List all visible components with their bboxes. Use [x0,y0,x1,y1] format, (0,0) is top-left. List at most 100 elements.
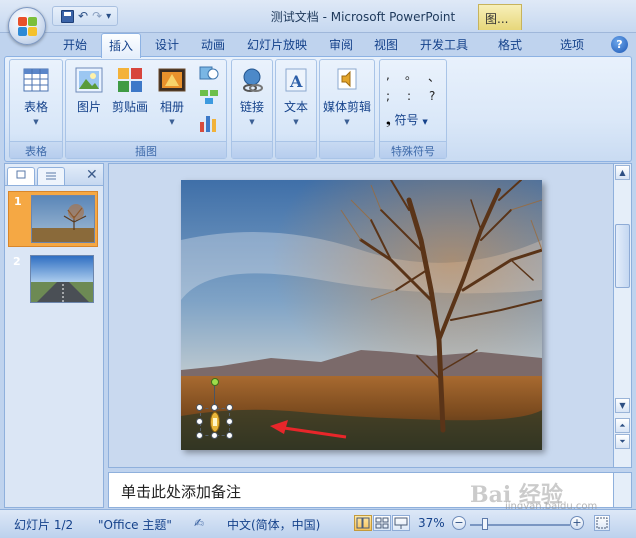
dropdown-arrow-icon: ▼ [33,118,39,126]
symbol-enumeration-comma[interactable]: 、 [428,68,440,85]
symbol-button[interactable]: ❟ 符号 ▼ [386,111,428,128]
tab-outline[interactable] [37,167,65,185]
zoom-out-icon[interactable]: − [452,516,466,530]
photo-album-icon [158,68,186,92]
scrollbar-thumb[interactable] [615,224,630,288]
media-clip-button-label: 媒体剪辑 [323,100,372,114]
svg-text:A: A [289,72,303,91]
zoom-level[interactable]: 37% [418,516,445,530]
resize-handle[interactable] [226,432,233,439]
tab-format[interactable]: 格式 [498,36,522,53]
office-logo-icon [18,17,38,37]
next-slide-icon[interactable]: ⏷ [615,434,630,449]
symbol-button-label: 符号 [394,113,419,127]
resize-handle[interactable] [196,418,203,425]
notes-placeholder: 单击此处添加备注 [121,483,242,501]
fit-to-window-button[interactable] [594,515,610,531]
slides-pane: ✕ 1 2 [4,163,104,508]
resize-handle[interactable] [211,432,218,439]
text-button-label: 文本 [283,100,308,114]
resize-handle[interactable] [226,404,233,411]
slide-sorter-view-button[interactable] [373,515,391,531]
slide-1-preview [31,195,95,243]
picture-button[interactable]: 图片 [72,66,106,115]
photo-album-button[interactable]: 相册 ▼ [154,66,190,126]
scroll-down-icon[interactable]: ▼ [615,398,630,413]
resize-handle[interactable] [196,404,203,411]
link-icon [243,68,263,92]
group-media: 媒体剪辑 ▼ [319,59,375,159]
tab-developer[interactable]: 开发工具 [420,36,468,53]
picture-tools-context-tab[interactable]: 图... [478,4,522,30]
help-icon[interactable]: ? [611,36,628,53]
tab-view[interactable]: 视图 [374,36,398,53]
media-clip-button[interactable]: 媒体剪辑 ▼ [323,66,371,126]
dropdown-arrow-icon: ▼ [422,118,428,126]
group-table: 表格 ▼ 表格 [9,59,63,159]
tab-slides[interactable] [7,167,35,185]
clipart-button[interactable]: 剪贴画 [110,66,150,115]
dropdown-arrow-icon: ▼ [344,118,350,126]
slide-thumbnail-1[interactable]: 1 [8,191,98,247]
symbol-semicolon[interactable]: ; [386,89,390,103]
slide-landscape-photo [181,180,542,450]
tab-insert[interactable]: 插入 [101,33,142,58]
clipart-button-label: 剪贴画 [111,100,148,114]
clipart-icon [118,68,142,92]
current-slide[interactable] [181,180,542,450]
scroll-up-icon[interactable]: ▲ [615,165,630,180]
symbol-question-mark[interactable]: ? [429,89,435,103]
slide-thumbnail-2[interactable]: 2 [8,252,98,308]
slide-counter: 幻灯片 1/2 [14,518,74,532]
table-button-label: 表格 [23,100,48,114]
outline-tab-icon [46,172,56,180]
slides-pane-tabs: ✕ [5,164,103,186]
tab-options[interactable]: 选项 [560,36,584,53]
dropdown-arrow-icon: ▼ [293,118,299,126]
window-title: 测试文档 - Microsoft PowerPoint [270,10,456,24]
group-special-symbols: , 。 、 ; : ? ❟ 符号 ▼ 特殊符号 [379,59,447,159]
theme-name[interactable]: "Office 主题" [98,516,172,533]
rotation-handle[interactable] [211,378,219,386]
slideshow-view-button[interactable] [392,515,410,531]
tab-slideshow[interactable]: 幻灯片放映 [247,36,307,53]
vertical-scrollbar[interactable]: ▲ ▼ ⏶ ⏷ [613,163,632,468]
zoom-slider-thumb[interactable] [482,518,488,530]
symbol-comma[interactable]: , [386,68,390,82]
shapes-smartart-chart-buttons[interactable] [196,64,222,139]
spell-check-icon[interactable]: ✍ [194,516,204,530]
normal-view-button[interactable] [354,515,372,531]
shapes-smartart-chart-icons [199,66,219,132]
symbol-colon[interactable]: : [407,89,411,103]
text-icon: A [285,68,307,92]
slide-sorter-icon [375,517,389,529]
tab-design[interactable]: 设计 [155,36,179,53]
text-button[interactable]: A 文本 ▼ [279,66,313,126]
group-label-table: 表格 [10,141,62,158]
photo-album-button-label: 相册 [159,100,184,114]
status-bar: 幻灯片 1/2 "Office 主题" ✍ 中文(简体，中国) 37% − + [0,509,636,538]
zoom-in-icon[interactable]: + [570,516,584,530]
link-button-label: 链接 [239,100,264,114]
group-label-illustrations: 插图 [66,141,226,158]
resize-handle[interactable] [211,404,218,411]
group-label-special-symbols: 特殊符号 [380,141,446,158]
office-button[interactable] [8,7,46,45]
previous-slide-icon[interactable]: ⏶ [615,418,630,433]
table-button[interactable]: 表格 ▼ [19,66,53,126]
resize-handle[interactable] [226,418,233,425]
symbol-period[interactable]: 。 [405,66,417,83]
notes-scrollbar[interactable] [613,472,632,508]
tab-review[interactable]: 审阅 [329,36,353,53]
tab-home[interactable]: 开始 [63,36,87,53]
link-button[interactable]: 链接 ▼ [235,66,269,126]
table-icon [23,68,49,92]
close-pane-icon[interactable]: ✕ [86,167,98,183]
red-arrow-annotation [270,420,347,439]
language-indicator[interactable]: 中文(简体，中国) [227,516,320,533]
resize-handle[interactable] [196,432,203,439]
tab-animation[interactable]: 动画 [201,36,225,53]
slideshow-icon [394,517,408,529]
media-clip-icon [337,68,357,90]
slide-number: 2 [13,255,21,268]
